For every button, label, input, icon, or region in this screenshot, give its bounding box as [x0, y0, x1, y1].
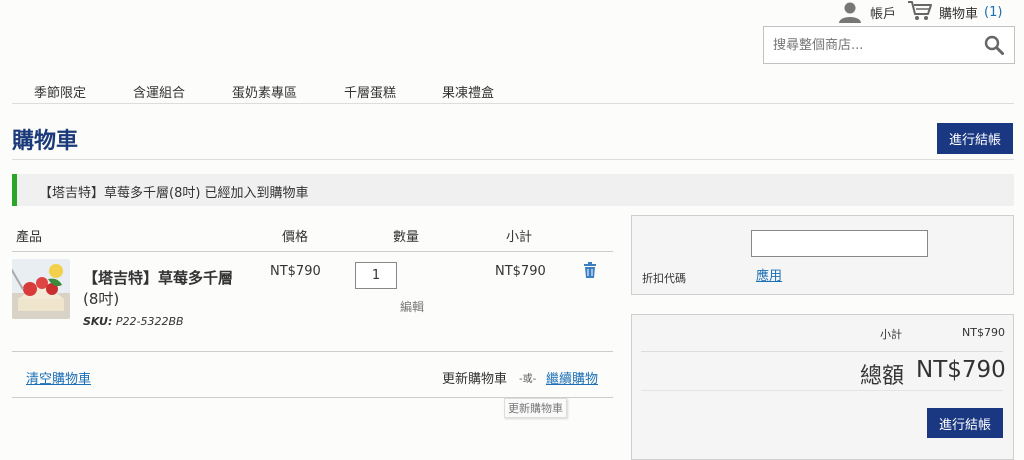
- product-title[interactable]: 【塔吉特】草莓多千層: [83, 269, 233, 287]
- item-price: NT$790: [270, 264, 321, 279]
- nav-item-vegetarian[interactable]: 蛋奶素專區: [232, 82, 297, 101]
- product-name[interactable]: 【塔吉特】草莓多千層 (8吋): [83, 268, 258, 310]
- summary-subtotal-label: 小計: [880, 328, 902, 341]
- nav-item-mille-crepe[interactable]: 千層蛋糕: [344, 82, 396, 101]
- update-cart-tooltip: 更新購物車: [504, 398, 567, 418]
- summary-subtotal-value: NT$790: [962, 326, 1005, 339]
- table-header-divider: [12, 251, 613, 252]
- nav-item-shipping-bundle[interactable]: 含運組合: [133, 82, 185, 101]
- search-box: [763, 26, 1015, 64]
- qty-input[interactable]: [355, 262, 397, 289]
- cart-count: (1): [984, 4, 1003, 20]
- product-thumbnail[interactable]: [12, 259, 70, 319]
- search-input[interactable]: [764, 27, 974, 63]
- cart-icon: [907, 0, 933, 25]
- page-title: 購物車: [12, 129, 79, 154]
- col-header-subtotal: 小計: [506, 230, 533, 245]
- clear-cart-link[interactable]: 清空購物車: [26, 368, 91, 387]
- col-header-product: 產品: [16, 230, 43, 245]
- success-message: 【塔吉特】草莓多千層(8吋) 已經加入到購物車: [12, 174, 1014, 206]
- continue-shopping-link[interactable]: 繼續購物: [546, 368, 598, 387]
- product-size: (8吋): [83, 290, 120, 308]
- nav-item-seasonal[interactable]: 季節限定: [34, 82, 86, 101]
- edit-item-link[interactable]: 編輯: [400, 298, 424, 315]
- nav-item-jelly-gift[interactable]: 果凍禮盒: [442, 82, 494, 101]
- or-separator: -或-: [519, 374, 537, 385]
- main-nav: 季節限定 含運組合 蛋奶素專區 千層蛋糕 果凍禮盒: [12, 78, 1014, 104]
- discount-label: 折扣代碼: [642, 272, 686, 285]
- update-cart-button[interactable]: 更新購物車: [442, 368, 507, 387]
- col-header-price: 價格: [282, 230, 309, 245]
- order-summary: [631, 314, 1014, 460]
- product-sku: SKU: P22-5322BB: [83, 315, 184, 328]
- summary-divider: [641, 351, 1003, 352]
- table-divider: [12, 351, 613, 352]
- account-link[interactable]: 帳戶: [838, 0, 896, 24]
- apply-discount-link[interactable]: 應用: [756, 265, 782, 284]
- trash-icon[interactable]: [583, 262, 597, 282]
- sku-value: P22-5322BB: [115, 315, 184, 328]
- account-label: 帳戶: [870, 6, 897, 22]
- discount-code-input[interactable]: [751, 230, 928, 257]
- summary-total-value: NT$790: [916, 357, 1006, 383]
- sku-label: SKU:: [83, 315, 113, 328]
- divider: [12, 159, 1014, 160]
- cart-label: 購物車: [939, 6, 979, 22]
- summary-total-label: 總額: [860, 364, 905, 389]
- item-subtotal: NT$790: [495, 264, 546, 279]
- cart-link[interactable]: 購物車 (1): [907, 0, 1002, 24]
- search-icon[interactable]: [984, 35, 1004, 59]
- summary-divider-2: [641, 390, 1003, 391]
- col-header-qty: 數量: [393, 230, 420, 245]
- checkout-button-bottom[interactable]: 進行結帳: [927, 408, 1003, 438]
- person-icon: [838, 1, 862, 23]
- checkout-button-top[interactable]: 進行結帳: [937, 123, 1013, 154]
- table-bottom-divider: [12, 397, 613, 398]
- success-message-text: 【塔吉特】草莓多千層(8吋) 已經加入到購物車: [39, 186, 309, 201]
